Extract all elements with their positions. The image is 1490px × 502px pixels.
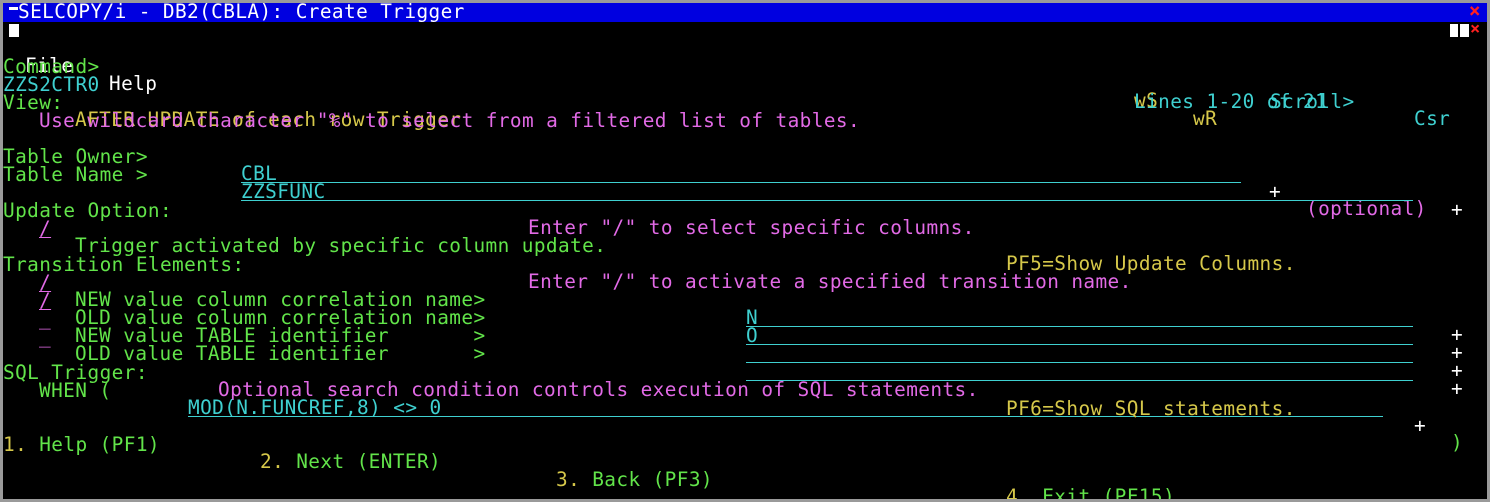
action-help[interactable]: 1. Help (PF1) bbox=[3, 434, 160, 453]
footer-actions: 1. Help (PF1) 2. Next (ENTER) 3. Back (P… bbox=[3, 418, 1487, 499]
transition-row: / NEW value column correlation name> N + bbox=[3, 256, 1487, 345]
when-row: WHEN ( MOD(N.FUNCREF,8) <> 0 + ) bbox=[3, 364, 1487, 453]
terminal-window: SELCOPY/i - DB2(CBLA): Create Trigger × … bbox=[0, 0, 1490, 502]
title-bar: SELCOPY/i - DB2(CBLA): Create Trigger × bbox=[3, 3, 1487, 22]
transition-heading-row: Transition Elements: Enter "/" to activa… bbox=[3, 238, 1487, 292]
panel-info-row: ZZS2CTR0 Lines 1-20 of 21 bbox=[3, 58, 1487, 112]
transition-old-table-select[interactable]: _ bbox=[39, 327, 51, 346]
scroll-input[interactable]: Csr bbox=[1414, 109, 1450, 128]
minimize-icon[interactable] bbox=[1450, 24, 1458, 37]
window-title: SELCOPY/i - DB2(CBLA): Create Trigger bbox=[18, 0, 465, 23]
pf6-hint[interactable]: PF6=Show SQL statements. bbox=[1006, 399, 1296, 418]
specific-column-checkbox[interactable]: / bbox=[39, 219, 51, 238]
sql-heading-row: SQL Trigger: Optional search condition c… bbox=[3, 346, 1487, 400]
window-menu-icon[interactable] bbox=[9, 7, 18, 10]
table-owner-row: Table Owner> CBL + (optional) bbox=[3, 130, 1487, 219]
action-next[interactable]: 2. Next (ENTER) bbox=[260, 452, 441, 471]
table-name-row: Table Name > ZZSFUNC + bbox=[3, 148, 1487, 219]
update-option-row: / Trigger activated by specific column u… bbox=[3, 202, 1487, 273]
close-icon-small[interactable]: × bbox=[1470, 20, 1481, 39]
transition-old-column-input[interactable]: O bbox=[746, 326, 1413, 345]
command-row: Command> Scroll> Csr bbox=[3, 40, 1487, 129]
wildcard-hint-row: Use wildcard character "%" to select fro… bbox=[3, 94, 1487, 130]
close-icon[interactable]: × bbox=[1469, 3, 1481, 20]
pf6-row: PF6=Show SQL statements. bbox=[3, 382, 1487, 418]
maximize-icon[interactable] bbox=[1460, 24, 1469, 37]
when-close-paren: ) bbox=[1451, 431, 1464, 455]
action-exit[interactable]: 4. Exit (PF15) bbox=[1006, 487, 1175, 499]
wildcard-hint: Use wildcard character "%" to select fro… bbox=[39, 108, 861, 132]
transition-row: / OLD value column correlation name> O + bbox=[3, 274, 1487, 363]
menu-block-icon bbox=[9, 24, 19, 37]
table-name-label: Table Name > bbox=[3, 162, 148, 186]
menu-bar: File Help wS wR × bbox=[3, 20, 1487, 128]
action-back[interactable]: 3. Back (PF3) bbox=[556, 470, 713, 489]
transition-row: _ NEW value TABLE identifier > + bbox=[3, 292, 1487, 381]
view-row: View: AFTER UPDATE of each row Trigger bbox=[3, 76, 1487, 130]
table-owner-input[interactable]: CBL bbox=[241, 164, 1241, 183]
update-heading-row: Update Option: Enter "/" to select speci… bbox=[3, 184, 1487, 238]
transition-row: _ OLD value TABLE identifier > + bbox=[3, 310, 1487, 399]
window-controls: × bbox=[1450, 20, 1480, 38]
